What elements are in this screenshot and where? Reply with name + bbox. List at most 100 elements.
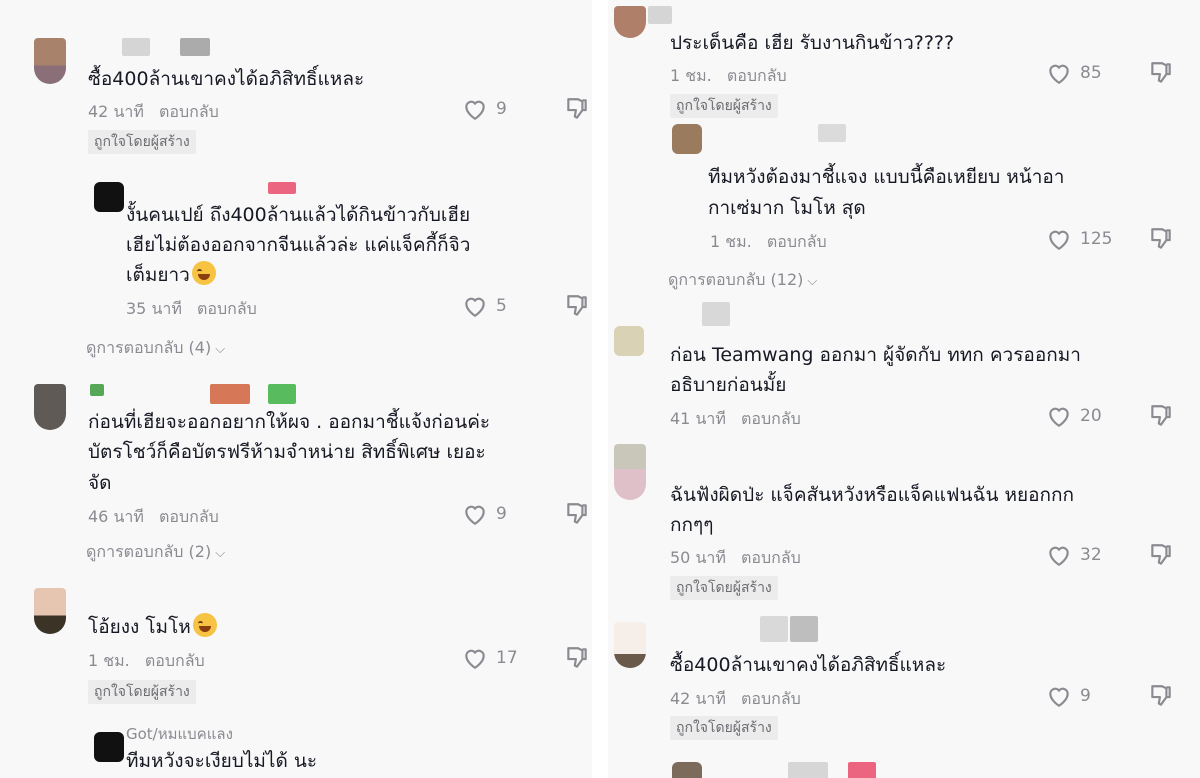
avatar[interactable]: [672, 124, 702, 154]
like-button[interactable]: 17: [462, 646, 518, 670]
comment-time: 46 นาที: [88, 507, 144, 526]
chevron-down-icon: ⌵: [215, 546, 226, 561]
like-button[interactable]: 5: [462, 294, 507, 318]
avatar[interactable]: [94, 732, 124, 762]
liked-by-creator-badge: ถูกใจโดยผู้สร้าง: [670, 94, 778, 118]
comment-meta: 41 นาที ตอบกลับ: [670, 407, 801, 432]
comment-text-line: บัตรโชว์ก็คือบัตรฟรีห้ามจำหน่าย สิทธิ์พิ…: [88, 441, 486, 463]
like-button[interactable]: 9: [1046, 684, 1091, 708]
laughing-tears-emoji-icon: [191, 261, 216, 285]
comment-text-line: อธิบายก่อนมั้ย: [670, 374, 787, 396]
thumbs-down-icon[interactable]: [564, 645, 590, 671]
comment-text-line: เฮียไม่ต้องออกจากจีนแล้วล่ะ แค่แจ็คกี้ก็…: [126, 234, 471, 256]
comment-text: ทีมหวังจะเงียบไม่ได้ นะ: [126, 750, 318, 772]
reply-button[interactable]: ตอบกลับ: [741, 409, 801, 428]
chevron-down-icon: ⌵: [807, 274, 818, 289]
comments-panel-right: ประเด็นคือ เฮีย รับงานกินข้าว???? 1 ชม. …: [608, 0, 1200, 778]
thumbs-down-icon[interactable]: [1148, 226, 1174, 252]
reply-button[interactable]: ตอบกลับ: [159, 507, 219, 526]
thumbs-down-icon[interactable]: [1148, 60, 1174, 86]
username-blurred: [268, 384, 296, 404]
username-blurred: [210, 384, 250, 404]
comment-time: 50 นาที: [670, 548, 726, 567]
username-blurred: [268, 182, 296, 194]
username-blurred: [760, 616, 788, 642]
avatar[interactable]: [34, 38, 66, 84]
comment-meta: 46 นาที ตอบกลับ: [88, 505, 219, 530]
avatar[interactable]: [614, 6, 646, 38]
view-replies-button[interactable]: ดูการตอบกลับ (2) ⌵: [86, 540, 225, 565]
heart-outline-icon: [1049, 407, 1069, 428]
thumbs-down-icon[interactable]: [1148, 403, 1174, 429]
like-count: 32: [1080, 545, 1102, 565]
view-replies-button[interactable]: ดูการตอบกลับ (4) ⌵: [86, 336, 225, 361]
username-blurred: [122, 38, 150, 56]
avatar[interactable]: [672, 762, 702, 778]
reply-button[interactable]: ตอบกลับ: [741, 548, 801, 567]
avatar[interactable]: [614, 326, 644, 356]
comment-meta: 42 นาที ตอบกลับ: [670, 687, 801, 712]
comment-text-line: งั้นคนเปย์ ถึง400ล้านแล้วได้กินข้าวกับเฮ…: [126, 204, 471, 226]
like-count: 20: [1080, 406, 1102, 426]
liked-by-creator-badge: ถูกใจโดยผู้สร้าง: [670, 576, 778, 600]
avatar[interactable]: [34, 384, 66, 430]
username-blurred: [648, 6, 672, 24]
thumbs-down-icon[interactable]: [1148, 683, 1174, 709]
comment-text-line: กาเซ่มาก โมโห สุด: [708, 197, 866, 219]
reply-button[interactable]: ตอบกลับ: [159, 102, 219, 121]
like-button[interactable]: 32: [1046, 543, 1102, 567]
avatar[interactable]: [34, 588, 66, 634]
comment-time: 41 นาที: [670, 409, 726, 428]
comment-meta: 42 นาที ตอบกลับ: [88, 100, 219, 125]
like-count: 5: [496, 296, 507, 316]
heart-outline-icon: [1049, 687, 1069, 708]
thumbs-down-icon[interactable]: [564, 96, 590, 122]
comment-text-line: ก่อน Teamwang ออกมา ผู้จัดกับ ททก ควรออก…: [670, 344, 1081, 366]
like-button[interactable]: 85: [1046, 61, 1102, 85]
comment-meta: 1 ชม. ตอบกลับ: [710, 230, 827, 255]
thumbs-down-icon[interactable]: [1148, 542, 1174, 568]
like-button[interactable]: 9: [462, 97, 507, 121]
comment-meta: 1 ชม. ตอบกลับ: [670, 64, 787, 89]
like-count: 85: [1080, 63, 1102, 83]
comment-text: ซื้อ400ล้านเขาคงได้อภิสิทธิ์แหละ: [88, 68, 365, 90]
comment-text-line: ทีมหวังต้องมาชี้แจง แบบนี้คือเหยียบ หน้า…: [708, 166, 1065, 188]
comment-time: 35 นาที: [126, 299, 182, 318]
heart-outline-icon: [465, 505, 485, 526]
comment-time: 1 ชม.: [710, 232, 752, 251]
like-count: 125: [1080, 229, 1113, 249]
username-blurred: [790, 616, 818, 642]
comment-text-line: เต็มยาว: [126, 260, 216, 291]
view-replies-button[interactable]: ดูการตอบกลับ (12) ⌵: [668, 268, 817, 293]
avatar[interactable]: [94, 182, 124, 212]
reply-button[interactable]: ตอบกลับ: [767, 232, 827, 251]
comment-text-line: ก่อนที่เฮียจะออกอยากให้ผจ . ออกมาชี้แจ้ง…: [88, 411, 491, 433]
comment-meta: 1 ชม. ตอบกลับ: [88, 649, 205, 674]
heart-outline-icon: [1049, 64, 1069, 85]
like-button[interactable]: 9: [462, 502, 507, 526]
heart-outline-icon: [465, 649, 485, 670]
comment-text-line: กกๆๆ: [670, 514, 714, 536]
thumbs-down-icon[interactable]: [564, 501, 590, 527]
reply-button[interactable]: ตอบกลับ: [741, 689, 801, 708]
reply-button[interactable]: ตอบกลับ: [727, 66, 787, 85]
reply-button[interactable]: ตอบกลับ: [145, 651, 205, 670]
username-blurred: [90, 384, 104, 396]
like-count: 9: [496, 99, 507, 119]
like-button[interactable]: 20: [1046, 404, 1102, 428]
avatar[interactable]: [614, 622, 646, 668]
comment-time: 42 นาที: [88, 102, 144, 121]
avatar[interactable]: [614, 444, 646, 500]
comment-meta: 50 นาที ตอบกลับ: [670, 546, 801, 571]
like-count: 17: [496, 648, 518, 668]
reply-button[interactable]: ตอบกลับ: [197, 299, 257, 318]
thumbs-down-icon[interactable]: [564, 293, 590, 319]
liked-by-creator-badge: ถูกใจโดยผู้สร้าง: [88, 680, 196, 704]
comment-text: ประเด็นคือ เฮีย รับงานกินข้าว????: [670, 32, 955, 54]
liked-by-creator-badge: ถูกใจโดยผู้สร้าง: [88, 130, 196, 154]
comment-meta: 35 นาที ตอบกลับ: [126, 297, 257, 322]
like-button[interactable]: 125: [1046, 227, 1112, 251]
username-blurred: [702, 302, 730, 326]
like-count: 9: [496, 504, 507, 524]
comment-text-line: ฉันฟังผิดป่ะ แจ็คสันหวังหรือแจ็คแฟนฉัน ห…: [670, 484, 1075, 506]
